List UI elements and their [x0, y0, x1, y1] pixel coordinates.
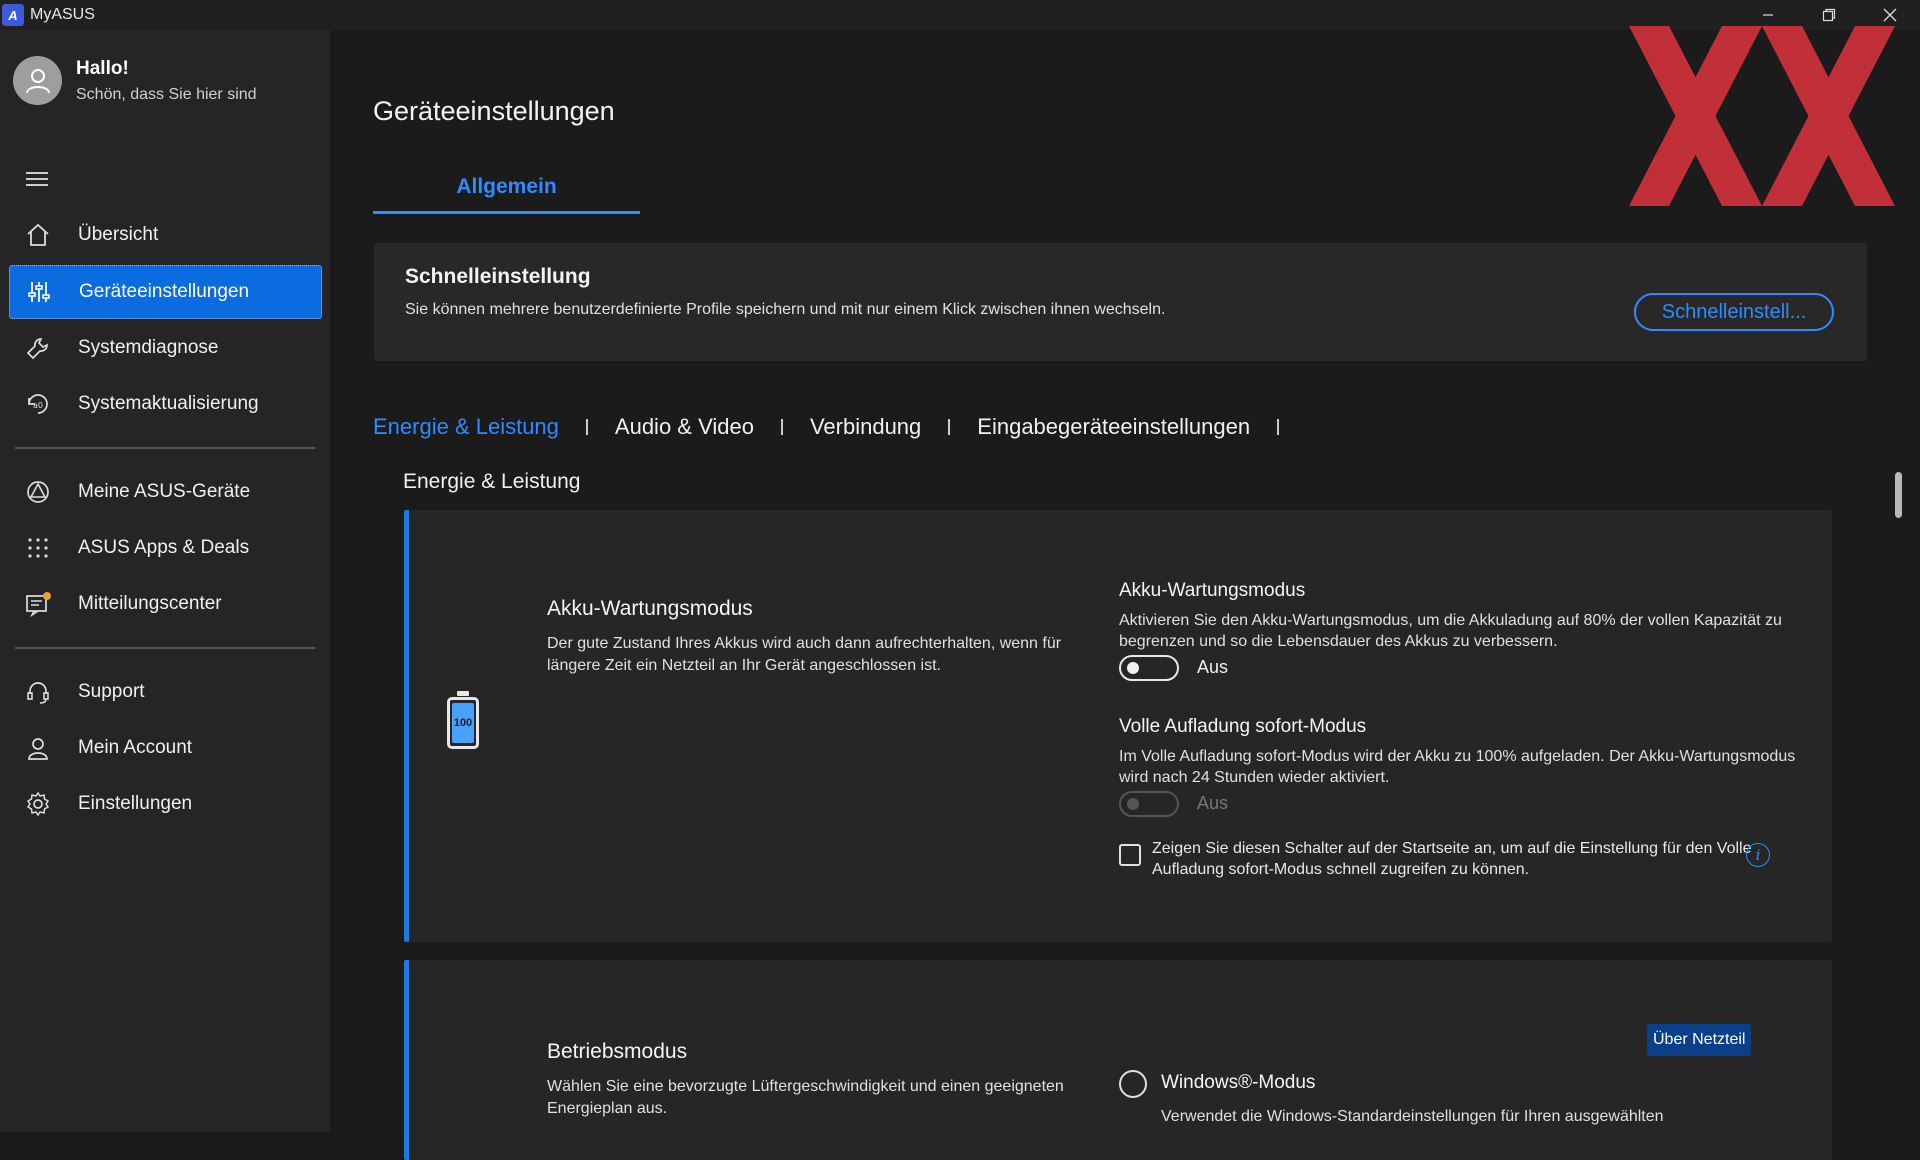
sidebar-item-label: Geräteeinstellungen	[79, 281, 250, 302]
close-icon	[1883, 8, 1896, 22]
wrench-icon	[23, 333, 53, 363]
sidebar-item-mitteilungscenter[interactable]: Mitteilungscenter	[9, 577, 322, 631]
category-tabs: Energie & Leistung Audio & Video Verbind…	[373, 414, 1306, 440]
apps-grid-icon	[23, 533, 53, 563]
tab-separator	[948, 419, 951, 435]
greeting: Hallo!	[76, 57, 129, 79]
power-source-badge: Über Netzteil	[1647, 1024, 1752, 1056]
sidebar-item-label: Systemaktualisierung	[78, 393, 259, 414]
devices-icon	[23, 477, 53, 507]
battery-cap	[457, 691, 469, 696]
myasus-logo-icon: A	[2, 4, 24, 26]
sidebar-item-systemaktualisierung[interactable]: a0 Systemaktualisierung	[9, 377, 322, 431]
sidebar-item-systemdiagnose[interactable]: Systemdiagnose	[9, 321, 322, 375]
quick-settings-button[interactable]: Schnelleinstell...	[1634, 293, 1834, 331]
sidebar-item-label: Mitteilungscenter	[78, 593, 222, 614]
sidebar-item-support[interactable]: Support	[9, 665, 322, 719]
operating-mode-card: Betriebsmodus Wählen Sie eine bevorzugte…	[404, 960, 1832, 1160]
battery-care-card: 100 Akku-Wartungsmodus Der gute Zustand …	[404, 510, 1832, 942]
notification-icon	[23, 589, 53, 619]
tab-separator	[1277, 419, 1280, 435]
battery-card-description: Der gute Zustand Ihres Akkus wird auch d…	[547, 635, 1062, 674]
care-mode-title: Akku-Wartungsmodus	[1119, 580, 1306, 601]
quick-settings-card: Schnelleinstellung Sie können mehrere be…	[374, 243, 1867, 361]
sidebar-item-label: Mein Account	[78, 737, 193, 758]
tab-verbindung[interactable]: Verbindung	[810, 414, 921, 440]
greeting-subtitle: Schön, dass Sie hier sind	[76, 85, 257, 103]
asus-decoration-graphic	[1629, 26, 1895, 206]
update-icon: a0	[23, 389, 53, 419]
show-on-home-checkbox[interactable]	[1119, 844, 1141, 866]
battery-icon: 100	[447, 697, 479, 749]
restore-icon	[1822, 8, 1835, 22]
scrollbar-thumb[interactable]	[1895, 472, 1902, 518]
care-mode-description: Aktivieren Sie den Akku-Wartungsmodus, u…	[1119, 612, 1782, 650]
operating-mode-description: Wählen Sie eine bevorzugte Lüftergeschwi…	[547, 1078, 1064, 1117]
tab-eingabegeraeteeinstellungen[interactable]: Eingabegeräteeinstellungen	[977, 414, 1250, 440]
sidebar-item-label: Systemdiagnose	[78, 337, 219, 358]
main-content: Geräteeinstellungen Allgemein Schnellein…	[330, 26, 1920, 1160]
tab-separator	[780, 419, 783, 435]
headset-icon	[23, 677, 53, 707]
sidebar-item-uebersicht[interactable]: Übersicht	[9, 208, 322, 262]
full-charge-state: Aus	[1197, 793, 1229, 813]
tab-separator	[585, 419, 588, 435]
tab-allgemein[interactable]: Allgemein	[373, 175, 640, 214]
battery-level-label: 100	[452, 703, 474, 743]
operating-mode-title: Betriebsmodus	[547, 1040, 688, 1063]
battery-card-title: Akku-Wartungsmodus	[547, 597, 753, 620]
sidebar-divider	[15, 447, 315, 449]
sidebar-item-label: Support	[78, 681, 145, 702]
sliders-icon	[24, 277, 54, 307]
sidebar-item-label: Einstellungen	[78, 793, 193, 814]
windows-mode-radio[interactable]	[1119, 1070, 1147, 1098]
info-icon[interactable]: i	[1746, 843, 1770, 867]
person-avatar-icon	[25, 68, 50, 93]
quick-settings-title: Schnelleinstellung	[405, 265, 591, 288]
sidebar-item-mein-account[interactable]: Mein Account	[9, 721, 322, 775]
windows-mode-description: Verwendet die Windows-Standardeinstellun…	[1161, 1108, 1664, 1125]
tab-audio-video[interactable]: Audio & Video	[615, 414, 754, 440]
sidebar-item-meine-asus-geraete[interactable]: Meine ASUS-Geräte	[9, 465, 322, 519]
sidebar-item-geraeteeinstellungen[interactable]: Geräteeinstellungen	[9, 265, 322, 319]
avatar	[13, 56, 62, 105]
person-icon	[23, 733, 53, 763]
gear-icon	[23, 789, 53, 819]
hamburger-icon	[26, 172, 48, 174]
sidebar-item-label: Übersicht	[78, 224, 159, 245]
care-mode-toggle[interactable]	[1119, 655, 1179, 681]
sidebar-item-label: ASUS Apps & Deals	[78, 537, 250, 558]
quick-settings-description: Sie können mehrere benutzerdefinierte Pr…	[405, 301, 1166, 318]
full-charge-toggle[interactable]	[1119, 791, 1179, 817]
sidebar-item-einstellungen[interactable]: Einstellungen	[9, 777, 322, 831]
svg-text:a0: a0	[33, 401, 43, 410]
home-icon	[23, 220, 53, 250]
sidebar: Hallo! Schön, dass Sie hier sind Übersic…	[0, 30, 330, 1132]
full-charge-title: Volle Aufladung sofort-Modus	[1119, 716, 1367, 737]
sidebar-item-asus-apps-deals[interactable]: ASUS Apps & Deals	[9, 521, 322, 575]
tab-energie-leistung[interactable]: Energie & Leistung	[373, 414, 559, 440]
menu-toggle-button[interactable]	[26, 172, 48, 188]
windows-mode-label: Windows®-Modus	[1161, 1072, 1316, 1093]
sidebar-divider	[15, 647, 315, 649]
scrollbar-track[interactable]	[1893, 466, 1902, 1132]
sidebar-item-label: Meine ASUS-Geräte	[78, 481, 251, 502]
user-profile[interactable]: Hallo! Schön, dass Sie hier sind	[13, 56, 257, 105]
section-title: Energie & Leistung	[403, 470, 581, 493]
page-title: Geräteeinstellungen	[373, 96, 615, 126]
app-title: MyASUS	[30, 6, 95, 23]
full-charge-description: Im Volle Aufladung sofort-Modus wird der…	[1119, 748, 1796, 786]
show-on-home-label: Zeigen Sie diesen Schalter auf der Start…	[1152, 840, 1752, 878]
minimize-icon	[1762, 14, 1773, 16]
care-mode-state: Aus	[1197, 657, 1229, 677]
